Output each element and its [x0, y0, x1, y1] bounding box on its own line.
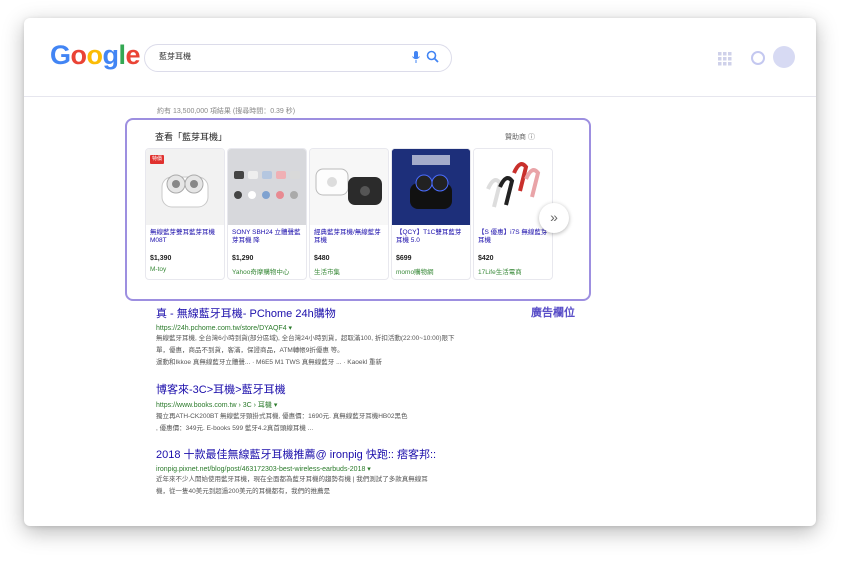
- product-image: [310, 149, 388, 225]
- sale-badge: 特價: [150, 155, 164, 164]
- product-name[interactable]: 【QCY】T1C雙耳藍芽耳機 5.0: [396, 229, 466, 245]
- product-image: [228, 149, 306, 225]
- search-query[interactable]: 藍芽耳機: [159, 51, 191, 62]
- result-url[interactable]: https://www.books.com.tw › 3C › 耳機 ▾: [156, 400, 556, 410]
- result-snippet: 機，從一隻40美元到超過200美元的耳機都有，我們的推薦是: [156, 488, 331, 495]
- shopping-title: 查看「藍芽耳機」: [155, 132, 228, 142]
- product-name[interactable]: 無線藍芽雙耳藍芽耳機 M08T: [150, 229, 220, 245]
- product-price: $699: [396, 255, 412, 262]
- product-price: $480: [314, 255, 330, 262]
- search-result: 博客來-3C>耳機>藍牙耳機 https://www.books.com.tw …: [156, 381, 556, 434]
- product-card[interactable]: SONY SBH24 立體聲藍芽耳機 降 $1,290 Yahoo奇摩購物中心: [227, 148, 307, 280]
- apps-grid-icon[interactable]: [718, 52, 732, 71]
- search-box[interactable]: 藍芽耳機: [144, 44, 452, 72]
- browser-window: Google 藍芽耳機 約有 13,500,000 項結果 (搜尋時間：0.39…: [24, 18, 816, 526]
- result-title[interactable]: 真 - 無線藍牙耳機- PChome 24h購物: [156, 305, 556, 321]
- product-price: $1,390: [150, 255, 172, 262]
- product-card[interactable]: 經典藍芽耳機/無線藍芽耳機 $480 生活市集: [309, 148, 389, 280]
- result-stats: 約有 13,500,000 項結果 (搜尋時間：0.39 秒): [157, 108, 296, 115]
- search-result: 2018 十款最佳無線藍牙耳機推薦@ ironpig 快跑:: 痞客邦:: ir…: [156, 446, 556, 497]
- notifications-icon[interactable]: [751, 51, 765, 65]
- result-sitelinks[interactable]: 運動和Ikkoe 真無線藍牙立體聲... · M6E5 M1 TWS 真無線藍牙…: [156, 358, 556, 368]
- product-name[interactable]: 【S 優惠】i7S 無線藍芽耳機: [478, 229, 548, 245]
- result-snippet: 近年來不少人開始使用藍牙耳機，現在全面都為藍牙耳機的趨勢有機 | 我們測試了多款…: [156, 476, 428, 483]
- result-snippet: 獨立再ATH-CK200BT 無線藍牙頸掛式耳機, 優惠價：1690元. 真無線…: [156, 413, 408, 420]
- product-card[interactable]: 特價 無線藍芽雙耳藍芽耳機 M08T $1,390 M-toy: [145, 148, 225, 280]
- product-price: $1,290: [232, 255, 254, 262]
- product-name[interactable]: 經典藍芽耳機/無線藍芽耳機: [314, 229, 384, 245]
- google-logo[interactable]: Google: [50, 40, 141, 71]
- result-url[interactable]: https://24h.pchome.com.tw/store/DYAQF4 ▾: [156, 324, 556, 332]
- double-chevron-right-icon[interactable]: »: [539, 203, 569, 233]
- product-store: M-toy: [150, 266, 167, 273]
- result-snippet: , 優惠價：349元. E-books 599 藍牙4.2真首頭線耳機 ...: [156, 425, 314, 432]
- sponsored-label[interactable]: 贊助商 ⓘ: [505, 132, 535, 142]
- product-store: momo購物網: [396, 269, 434, 276]
- result-url[interactable]: ironpig.pixnet.net/blog/post/463172303-b…: [156, 465, 556, 473]
- search-header: Google 藍芽耳機: [24, 18, 816, 97]
- search-result: 真 - 無線藍牙耳機- PChome 24h購物 https://24h.pch…: [156, 305, 556, 368]
- result-title[interactable]: 博客來-3C>耳機>藍牙耳機: [156, 381, 556, 397]
- product-name[interactable]: SONY SBH24 立體聲藍芽耳機 降: [232, 229, 302, 245]
- product-store: Yahoo奇摩購物中心: [232, 269, 290, 276]
- microphone-icon[interactable]: [411, 50, 421, 69]
- shopping-ads-carousel: 查看「藍芽耳機」 贊助商 ⓘ 特價 無線藍芽雙耳藍芽耳機 M08T $1,390…: [125, 118, 591, 301]
- result-snippet: 無線藍牙耳機, 全台灣6小時到貨(部分區域), 全台灣24小時到貨，超取滿100…: [156, 335, 455, 342]
- search-icon[interactable]: [426, 50, 439, 68]
- product-image: [392, 149, 470, 225]
- product-price: $420: [478, 255, 494, 262]
- avatar[interactable]: [773, 46, 795, 68]
- result-snippet: 單，優惠，商品不到貨，客滿，保證商品，ATM轉帳9折優惠 等。: [156, 347, 344, 354]
- product-card[interactable]: 【QCY】T1C雙耳藍芽耳機 5.0 $699 momo購物網: [391, 148, 471, 280]
- product-store: 17Life生活電商: [478, 269, 522, 276]
- result-title[interactable]: 2018 十款最佳無線藍牙耳機推薦@ ironpig 快跑:: 痞客邦::: [156, 446, 556, 462]
- product-store: 生活市集: [314, 269, 340, 276]
